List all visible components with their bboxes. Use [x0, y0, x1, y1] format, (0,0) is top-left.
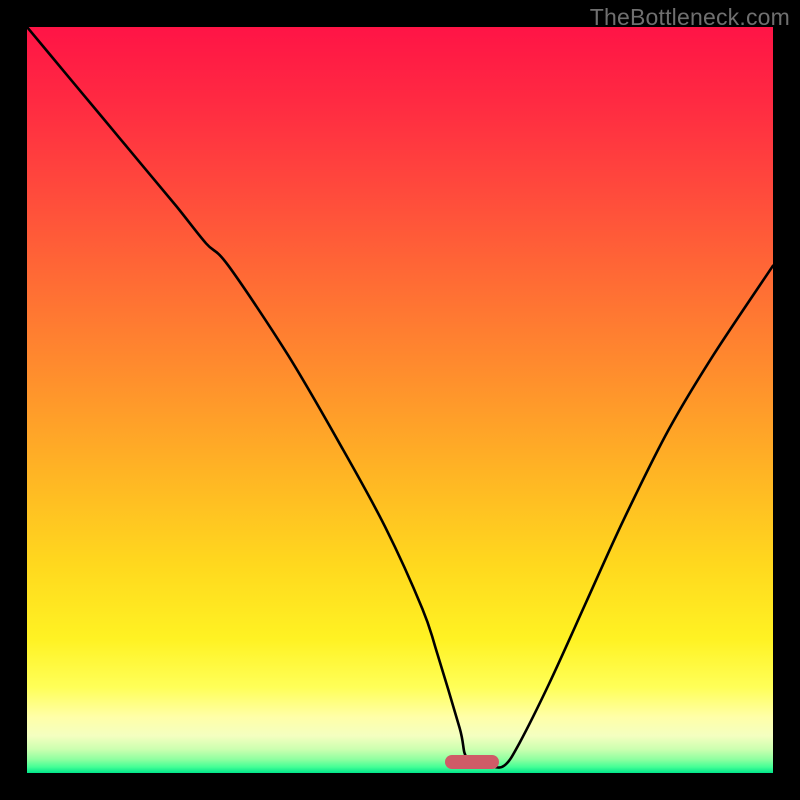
optimum-marker [445, 755, 499, 769]
plot-area [27, 27, 773, 773]
watermark-text: TheBottleneck.com [590, 4, 790, 31]
bottleneck-curve [27, 27, 773, 773]
frame: TheBottleneck.com [0, 0, 800, 800]
